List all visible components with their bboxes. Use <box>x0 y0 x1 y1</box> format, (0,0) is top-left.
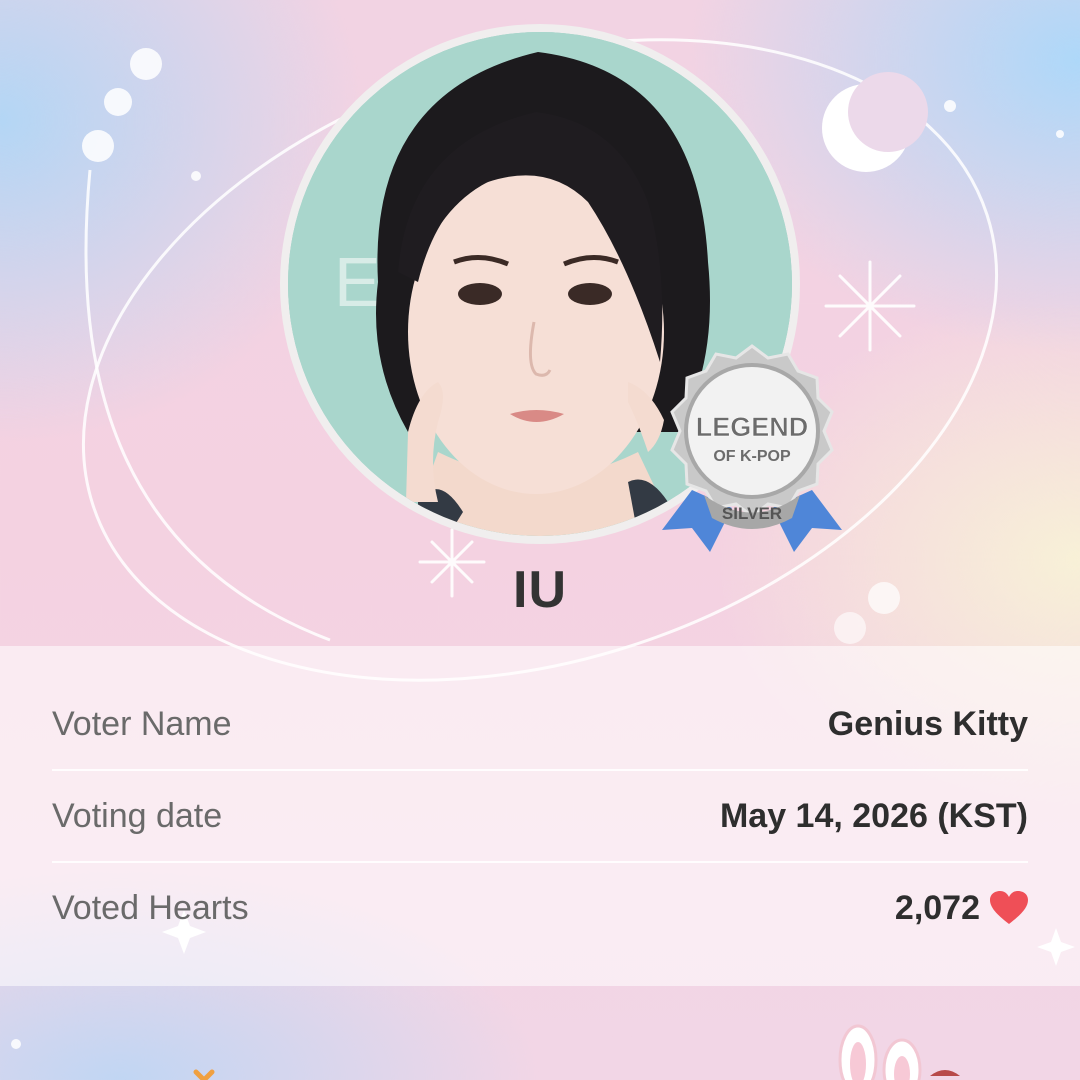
voted-hearts-value-group: 2,072 <box>895 889 1028 928</box>
svg-text:E: E <box>334 243 381 321</box>
artist-name: IU <box>513 561 567 619</box>
voted-hearts-label: Voted Hearts <box>52 888 249 927</box>
badge-line2: OF K-POP <box>713 448 791 465</box>
voting-date-row: Voting date May 14, 2026 (KST) <box>52 770 1028 862</box>
voter-name-label: Voter Name <box>52 704 232 743</box>
legend-silver-badge: LEGEND OF K-POP SILVER <box>662 344 842 552</box>
voter-name-value: Genius Kitty <box>827 704 1028 743</box>
moon-icon <box>822 72 928 172</box>
heart-icon <box>990 891 1028 924</box>
voted-hearts-row: Voted Hearts 2,072 <box>52 862 1028 954</box>
voting-date-value: May 14, 2026 (KST) <box>719 796 1028 835</box>
voting-date-label: Voting date <box>52 796 223 835</box>
voter-name-row: Voter Name Genius Kitty <box>52 678 1028 770</box>
voted-hearts-value: 2,072 <box>894 888 980 927</box>
badge-line1: LEGEND <box>696 412 809 442</box>
badge-tier: SILVER <box>722 504 782 523</box>
bunny-decoration <box>838 1024 960 1080</box>
